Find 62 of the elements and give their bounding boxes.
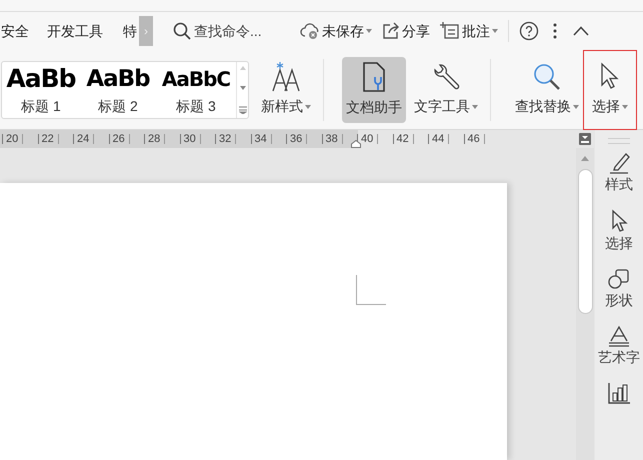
dropdown-caret-icon [366,29,372,33]
dropdown-caret-icon [472,104,478,108]
menu-tab[interactable]: 开发工具 [47,20,103,42]
title-action-button[interactable]: 未保存 [300,20,372,42]
ribbon-button[interactable]: 选择 [583,50,637,130]
style-label: 标题 2 [98,96,138,116]
magnifier-icon [532,62,562,92]
bar-chart-icon [607,382,631,404]
title-action-button[interactable]: 批注 [440,20,498,42]
letter-a-icon [607,325,631,347]
ruler-number: 32 [219,132,232,147]
dropdown-caret-icon [305,104,311,108]
ruler-number: 20 [6,132,18,147]
ribbon-button[interactable]: 新样式 [257,56,315,122]
style-label: 标题 3 [176,96,216,116]
ruler-toggle-icon[interactable] [578,132,592,146]
dropdown-caret-icon [573,104,579,108]
style-preview[interactable]: AaBb [6,62,76,96]
more-options-icon[interactable] [553,23,557,39]
side-panel-button[interactable]: 形状 [605,268,633,311]
ruler-number: 40 [361,132,374,147]
style-preview[interactable]: AaBbC [162,62,230,96]
ruler-number: 22 [42,132,54,147]
chart-button[interactable] [607,382,631,404]
menu-tab[interactable]: 安全 [1,20,29,42]
side-panel-button[interactable]: 选择 [605,209,633,254]
ruler-number: 24 [77,132,90,147]
ruler-number: 26 [112,132,125,147]
ruler-number: 34 [254,132,267,147]
side-panel-button[interactable]: 样式 [605,152,633,195]
new-style-icon [271,62,301,92]
ribbon-button[interactable]: 查找替换 [511,56,583,122]
search-icon [173,22,191,40]
ruler-number: 46 [468,132,480,147]
style-label: 标题 1 [21,96,61,116]
ruler-number: 30 [184,132,196,147]
share-icon [382,22,400,40]
ruler-number: 42 [396,132,409,147]
scrollbar-thumb[interactable] [578,169,592,314]
ribbon-button[interactable]: 文字工具 [410,56,482,122]
help-icon[interactable] [519,21,539,41]
ruler-number: 44 [432,132,444,147]
style-preview[interactable]: AaBb [86,62,150,96]
scroll-up-icon [240,66,246,70]
command-search-field[interactable]: 查找命令... [173,20,282,42]
margin-corner-mark [356,275,386,305]
shapes-icon [607,268,631,290]
expand-gallery-icon [238,106,246,114]
comment-icon [440,22,460,40]
ribbon-button[interactable]: 文档助手 [342,56,406,122]
cloud-icon [300,22,320,40]
title-action-button[interactable]: 分享 [382,20,430,42]
ruler-number: 28 [148,132,160,147]
ruler-number: 38 [326,132,338,147]
ruler-number: 36 [290,132,302,147]
scroll-down-icon [240,86,246,90]
side-panel-button[interactable]: 艺术字 [598,325,640,368]
dropdown-caret-icon [622,104,628,108]
pen-icon [607,152,631,174]
menu-tab[interactable]: 特 [123,20,137,42]
collapse-ribbon-icon[interactable] [573,26,589,36]
dropdown-caret-icon [492,29,498,33]
